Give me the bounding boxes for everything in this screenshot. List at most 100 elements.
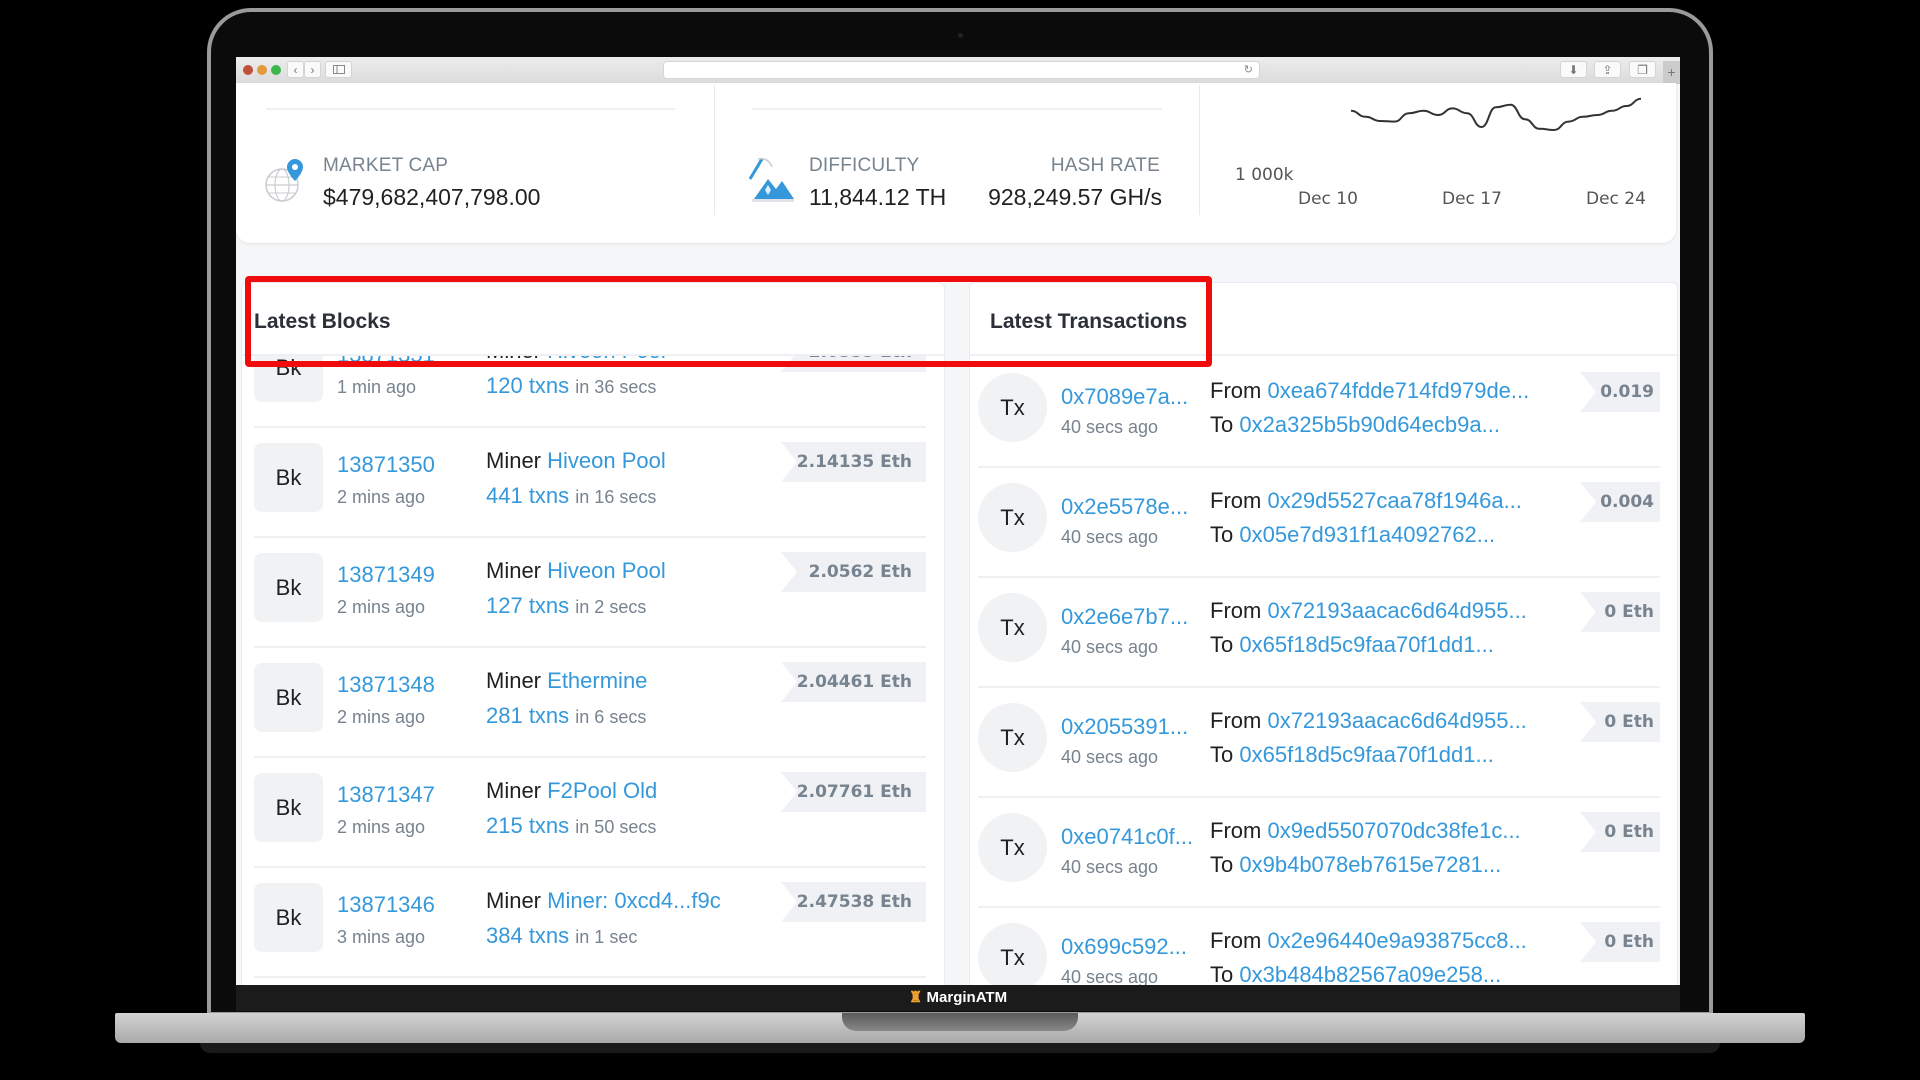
transaction-to: To 0x2a325b5b90d64ecb9a... — [1210, 412, 1500, 438]
miner-label: Miner — [486, 778, 542, 803]
transaction-to: To 0x3b484b82567a09e258... — [1210, 962, 1501, 985]
back-button[interactable]: ‹ — [287, 61, 304, 78]
transaction-hash-link[interactable]: 0x699c592... — [1061, 934, 1187, 960]
hash-rate-label: HASH RATE — [1050, 155, 1160, 176]
block-number-link[interactable]: 13871348 — [337, 672, 435, 698]
to-address-link[interactable]: 0x2a325b5b90d64ecb9a... — [1239, 412, 1500, 437]
block-row: Bk 13871349 2 mins ago Miner Hiveon Pool… — [254, 536, 926, 648]
from-address-link[interactable]: 0x2e96440e9a93875cc8... — [1267, 928, 1526, 953]
block-txns: 215 txns in 50 secs — [486, 813, 656, 839]
address-bar[interactable]: ↻ — [663, 61, 1260, 79]
reload-icon[interactable]: ↻ — [1244, 62, 1253, 78]
transaction-hash-link[interactable]: 0x2e5578e... — [1061, 494, 1188, 520]
txns-link[interactable]: 120 txns — [486, 373, 569, 398]
block-txns: 281 txns in 6 secs — [486, 703, 646, 729]
block-number-link[interactable]: 13871349 — [337, 562, 435, 588]
tabs-button[interactable]: ❐ — [1629, 61, 1656, 78]
block-age: 2 mins ago — [337, 487, 426, 507]
transaction-from: From 0x9ed5507070dc38fe1c... — [1210, 818, 1521, 844]
block-number-link[interactable]: 13871346 — [337, 892, 435, 918]
transaction-icon: Tx — [978, 483, 1047, 552]
transaction-from: From 0x29d5527caa78f1946a... — [1210, 488, 1522, 514]
to-address-link[interactable]: 0x3b484b82567a09e258... — [1239, 962, 1501, 985]
txns-link[interactable]: 281 txns — [486, 703, 569, 728]
miner-link[interactable]: F2Pool Old — [547, 778, 657, 803]
transaction-row: Tx 0xe0741c0f... 40 secs ago From 0x9ed5… — [978, 796, 1660, 908]
miner-link[interactable]: Miner: 0xcd4...f9c — [547, 888, 721, 913]
txns-link[interactable]: 127 txns — [486, 593, 569, 618]
mining-mountain-icon — [748, 157, 794, 202]
miner-label: Miner — [486, 448, 542, 473]
transaction-amount-badge: 0.004 — [1580, 482, 1660, 522]
miner-label: Miner — [486, 888, 542, 913]
transaction-hash-link[interactable]: 0xe0741c0f... — [1061, 824, 1193, 850]
minimize-window-button[interactable] — [257, 65, 267, 75]
transaction-icon: Tx — [978, 373, 1047, 442]
from-label: From — [1210, 488, 1262, 513]
block-row: Bk 13871348 2 mins ago Miner Ethermine 2… — [254, 646, 926, 758]
share-button[interactable]: ⇪ — [1594, 61, 1621, 78]
block-reward-badge: 2.0562 Eth — [781, 552, 926, 592]
block-duration: in 16 secs — [575, 487, 657, 507]
forward-button[interactable]: › — [304, 61, 321, 78]
transaction-icon: Tx — [978, 923, 1047, 985]
brand-name: MarginATM — [926, 989, 1008, 1006]
from-label: From — [1210, 708, 1262, 733]
block-row: Bk 13871350 2 mins ago Miner Hiveon Pool… — [254, 426, 926, 538]
divider — [714, 85, 715, 215]
transaction-hash-link[interactable]: 0x2055391... — [1061, 714, 1188, 740]
block-icon: Bk — [254, 443, 323, 512]
blocks-list: Bk 13871351 1 min ago Miner Hiveon Pool … — [242, 356, 944, 985]
block-number-link[interactable]: 13871347 — [337, 782, 435, 808]
transaction-to: To 0x05e7d931f1a4092762... — [1210, 522, 1495, 548]
new-tab-button[interactable]: + — [1663, 61, 1680, 83]
miner-link[interactable]: Ethermine — [547, 668, 647, 693]
stats-card: MARKET CAP $479,682,407,798.00 DIFFICULT… — [236, 83, 1676, 243]
webcam — [958, 33, 963, 38]
difficulty-label: DIFFICULTY — [809, 155, 920, 176]
from-address-link[interactable]: 0x9ed5507070dc38fe1c... — [1267, 818, 1520, 843]
transaction-amount-badge: 0 Eth — [1580, 702, 1660, 742]
from-label: From — [1210, 928, 1262, 953]
block-row: Bk 13871347 2 mins ago Miner F2Pool Old … — [254, 756, 926, 868]
block-duration: in 1 sec — [575, 927, 638, 947]
hash-rate-value: 928,249.57 GH/s — [988, 184, 1162, 210]
sidebar-toggle-button[interactable] — [325, 61, 352, 78]
transaction-row: Tx 0x2e6e7b7... 40 secs ago From 0x72193… — [978, 576, 1660, 688]
block-number-link[interactable]: 13871350 — [337, 452, 435, 478]
from-label: From — [1210, 378, 1262, 403]
x-tick-label: Dec 10 — [1298, 189, 1358, 209]
transaction-row: Tx 0x2055391... 40 secs ago From 0x72193… — [978, 686, 1660, 798]
txns-link[interactable]: 215 txns — [486, 813, 569, 838]
download-button[interactable]: ⬇ — [1560, 61, 1587, 78]
block-miner: Miner Ethermine — [486, 668, 647, 694]
to-address-link[interactable]: 0x9b4b078eb7615e7281... — [1239, 852, 1501, 877]
transaction-to: To 0x9b4b078eb7615e7281... — [1210, 852, 1501, 878]
from-address-link[interactable]: 0x29d5527caa78f1946a... — [1267, 488, 1521, 513]
from-address-link[interactable]: 0x72193aacac6d64d955... — [1267, 708, 1526, 733]
block-miner: Miner Hiveon Pool — [486, 448, 666, 474]
market-cap-label: MARKET CAP — [323, 155, 449, 176]
transaction-hash-link[interactable]: 0x2e6e7b7... — [1061, 604, 1188, 630]
to-address-link[interactable]: 0x65f18d5c9faa70f1dd1... — [1239, 742, 1493, 767]
transactions-list: Tx 0x7089e7a... 40 secs ago From 0xea674… — [978, 356, 1674, 985]
to-address-link[interactable]: 0x65f18d5c9faa70f1dd1... — [1239, 632, 1493, 657]
from-address-link[interactable]: 0x72193aacac6d64d955... — [1267, 598, 1526, 623]
highlight-annotation-box — [245, 276, 1212, 367]
to-label: To — [1210, 632, 1234, 657]
transaction-hash-link[interactable]: 0x7089e7a... — [1061, 384, 1188, 410]
miner-link[interactable]: Hiveon Pool — [547, 558, 666, 583]
block-duration: in 36 secs — [575, 377, 657, 397]
to-address-link[interactable]: 0x05e7d931f1a4092762... — [1239, 522, 1495, 547]
from-address-link[interactable]: 0xea674fdde714fd979de... — [1267, 378, 1529, 403]
txns-link[interactable]: 441 txns — [486, 483, 569, 508]
castle-logo-icon: ♜ — [908, 989, 923, 1006]
block-duration: in 2 secs — [575, 597, 647, 617]
to-label: To — [1210, 852, 1234, 877]
x-tick-label: Dec 17 — [1442, 189, 1502, 209]
txns-link[interactable]: 384 txns — [486, 923, 569, 948]
miner-link[interactable]: Hiveon Pool — [547, 448, 666, 473]
block-reward-badge: 2.47538 Eth — [781, 882, 926, 922]
maximize-window-button[interactable] — [271, 65, 281, 75]
close-window-button[interactable] — [243, 65, 253, 75]
